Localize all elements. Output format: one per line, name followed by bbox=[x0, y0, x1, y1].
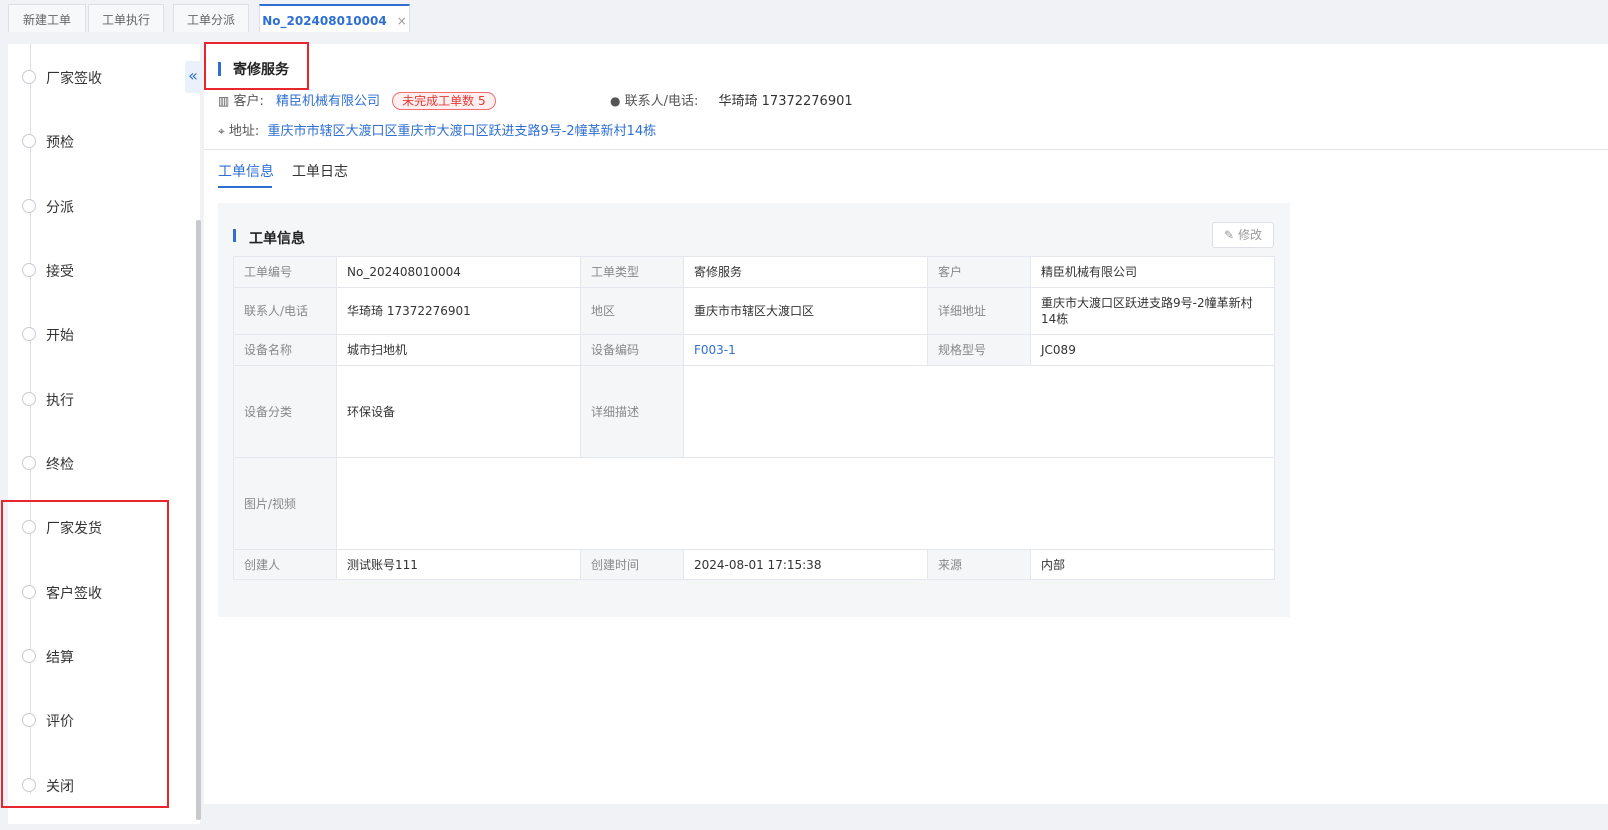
tab-new-order[interactable]: 新建工单 bbox=[8, 4, 86, 32]
header-divider bbox=[204, 149, 1608, 150]
tab-label: 工单分派 bbox=[186, 13, 235, 27]
media-value bbox=[336, 457, 1275, 550]
address-link[interactable]: 重庆市市辖区大渡口区重庆市大渡口区跃进支路9号-2幢革新村14栋 bbox=[267, 124, 656, 139]
table-row: 图片/视频 bbox=[233, 457, 1275, 550]
table-row: 设备名称 城市扫地机 设备编码 F003-1 规格型号 JC089 bbox=[233, 334, 1275, 366]
location-pin-icon: ⌖ bbox=[218, 124, 225, 138]
tab-bar: 新建工单 工单执行 工单分派 No_202408010004 × bbox=[0, 0, 1608, 34]
subtab-active-indicator bbox=[218, 186, 272, 188]
table-row: 联系人/电话 华琦琦 17372276901 地区 重庆市市辖区大渡口区 详细地… bbox=[233, 287, 1275, 335]
step-dot bbox=[22, 392, 36, 406]
tab-order-detail[interactable]: No_202408010004 × bbox=[259, 4, 410, 32]
tab-order-dispatch[interactable]: 工单分派 bbox=[173, 4, 249, 32]
field-label: 工单编号 bbox=[233, 256, 337, 288]
field-label: 设备编码 bbox=[580, 334, 684, 366]
field-value: 环保设备 bbox=[336, 365, 581, 458]
close-icon[interactable]: × bbox=[397, 14, 407, 28]
field-label: 客户 bbox=[927, 256, 1031, 288]
field-value: 华琦琦 17372276901 bbox=[336, 287, 581, 335]
user-icon: ● bbox=[610, 94, 621, 108]
table-row: 创建人 测试账号111 创建时间 2024-08-01 17:15:38 来源 … bbox=[233, 549, 1275, 580]
field-label: 创建人 bbox=[233, 549, 337, 580]
order-info-table: 工单编号 No_202408010004 工单类型 寄修服务 客户 精臣机械有限… bbox=[233, 256, 1275, 580]
edit-icon: ✎ bbox=[1224, 228, 1235, 242]
field-value: 精臣机械有限公司 bbox=[1030, 256, 1275, 288]
highlight-box-steps bbox=[1, 500, 169, 808]
field-value bbox=[683, 365, 1275, 458]
customer-label: 客户: bbox=[233, 94, 264, 109]
table-row: 设备分类 环保设备 详细描述 bbox=[233, 365, 1275, 458]
field-label: 设备名称 bbox=[233, 334, 337, 366]
field-label: 详细描述 bbox=[580, 365, 684, 458]
status-badge: 未完成工单数 5 bbox=[392, 92, 496, 110]
field-label: 图片/视频 bbox=[233, 457, 337, 550]
contact-value: 华琦琦 17372276901 bbox=[718, 94, 853, 109]
step-label: 执行 bbox=[46, 393, 74, 409]
field-label: 设备分类 bbox=[233, 365, 337, 458]
step-label: 预检 bbox=[46, 135, 74, 151]
field-value: 重庆市市辖区大渡口区 bbox=[683, 287, 928, 335]
tab-label: 新建工单 bbox=[22, 13, 71, 27]
field-value: 城市扫地机 bbox=[336, 334, 581, 366]
field-label: 规格型号 bbox=[927, 334, 1031, 366]
step-dot bbox=[22, 263, 36, 277]
panel-title: 工单信息 bbox=[249, 231, 305, 247]
field-label: 创建时间 bbox=[580, 549, 684, 580]
step-label: 接受 bbox=[46, 264, 74, 280]
step-label: 分派 bbox=[46, 200, 74, 216]
sidebar-scrollbar[interactable] bbox=[196, 220, 201, 820]
step-dot bbox=[22, 327, 36, 341]
field-value: 内部 bbox=[1030, 549, 1275, 580]
field-value: 测试账号111 bbox=[336, 549, 581, 580]
field-label: 工单类型 bbox=[580, 256, 684, 288]
collapse-sidebar-icon[interactable]: « bbox=[185, 61, 201, 93]
edit-label: 修改 bbox=[1237, 228, 1262, 242]
field-value: No_202408010004 bbox=[336, 256, 581, 288]
step-dot bbox=[22, 456, 36, 470]
edit-button[interactable]: ✎ 修改 bbox=[1212, 222, 1274, 248]
device-code-link[interactable]: F003-1 bbox=[683, 334, 928, 366]
field-label: 地区 bbox=[580, 287, 684, 335]
contact-label: 联系人/电话: bbox=[624, 94, 699, 109]
step-label: 终检 bbox=[46, 457, 74, 473]
tab-order-execution[interactable]: 工单执行 bbox=[88, 4, 164, 32]
field-label: 联系人/电话 bbox=[233, 287, 337, 335]
field-value: 2024-08-01 17:15:38 bbox=[683, 549, 928, 580]
subtab-order-log[interactable]: 工单日志 bbox=[292, 161, 348, 181]
building-icon: ▥ bbox=[218, 94, 230, 108]
step-dot bbox=[22, 199, 36, 213]
step-label: 厂家签收 bbox=[46, 71, 102, 87]
field-value: 寄修服务 bbox=[683, 256, 928, 288]
step-dot bbox=[22, 70, 36, 84]
customer-link[interactable]: 精臣机械有限公司 bbox=[276, 94, 380, 109]
field-value: 重庆市大渡口区跃进支路9号-2幢革新村14栋 bbox=[1030, 287, 1275, 335]
step-label: 开始 bbox=[46, 328, 74, 344]
address-row: ⌖ 地址: 重庆市市辖区大渡口区重庆市大渡口区跃进支路9号-2幢革新村14栋 bbox=[218, 120, 656, 139]
field-value: JC089 bbox=[1030, 334, 1275, 366]
tab-label: No_202408010004 bbox=[262, 14, 387, 28]
step-dot bbox=[22, 134, 36, 148]
highlight-box-title bbox=[204, 42, 309, 90]
table-row: 工单编号 No_202408010004 工单类型 寄修服务 客户 精臣机械有限… bbox=[233, 256, 1275, 288]
field-label: 来源 bbox=[927, 549, 1031, 580]
customer-row: ▥ 客户: 精臣机械有限公司 未完成工单数 5 bbox=[218, 90, 496, 110]
subtab-order-info[interactable]: 工单信息 bbox=[218, 161, 274, 181]
field-label: 详细地址 bbox=[927, 287, 1031, 335]
address-label: 地址: bbox=[228, 124, 260, 139]
panel-accent-bar bbox=[233, 229, 236, 242]
contact-row: ● 联系人/电话: 华琦琦 17372276901 bbox=[610, 90, 853, 109]
tab-label: 工单执行 bbox=[101, 13, 150, 27]
